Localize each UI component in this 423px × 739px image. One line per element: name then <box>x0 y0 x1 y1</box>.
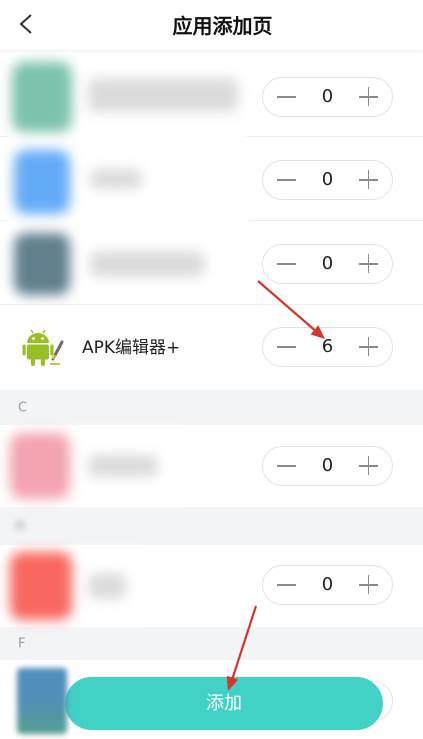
app-label-blurred <box>90 169 142 189</box>
section-header: F <box>0 627 423 660</box>
plus-icon[interactable] <box>359 337 378 356</box>
app-label: APK编辑器+ <box>82 338 181 358</box>
plus-icon[interactable] <box>359 170 378 189</box>
section-letter: F <box>18 636 26 651</box>
app-row: APK编辑器+ 6 <box>0 305 423 390</box>
plus-icon[interactable] <box>359 456 378 475</box>
page-title: 应用添加页 <box>172 14 273 38</box>
app-label-blurred <box>88 78 238 112</box>
quantity-stepper: 0 <box>262 244 393 284</box>
app-icon <box>14 150 70 214</box>
quantity-stepper: 0 <box>262 446 393 486</box>
app-icon <box>10 433 70 499</box>
app-icon <box>14 233 70 295</box>
quantity-stepper: 0 <box>262 77 393 117</box>
app-row: 0 <box>0 425 423 507</box>
app-label-blurred <box>88 573 126 599</box>
header-bar: 应用添加页 <box>0 0 423 50</box>
app-icon <box>12 62 72 132</box>
app-icon <box>10 552 72 620</box>
android-edit-icon <box>22 329 64 366</box>
quantity-stepper: 0 <box>262 565 393 605</box>
plus-icon[interactable] <box>359 87 378 106</box>
plus-icon[interactable] <box>359 254 378 273</box>
app-label-blurred <box>90 251 205 277</box>
section-letter: C <box>18 400 28 415</box>
app-row: 0 <box>0 545 423 627</box>
section-header: C <box>0 390 423 425</box>
add-button[interactable]: 添加 <box>65 677 383 730</box>
app-icon <box>17 668 67 734</box>
plus-icon[interactable] <box>359 575 378 594</box>
quantity-stepper: 0 <box>262 160 393 200</box>
quantity-stepper: 6 <box>262 327 393 367</box>
section-header <box>0 507 423 545</box>
section-letter-blurred <box>15 519 25 531</box>
app-label-blurred <box>88 455 158 477</box>
